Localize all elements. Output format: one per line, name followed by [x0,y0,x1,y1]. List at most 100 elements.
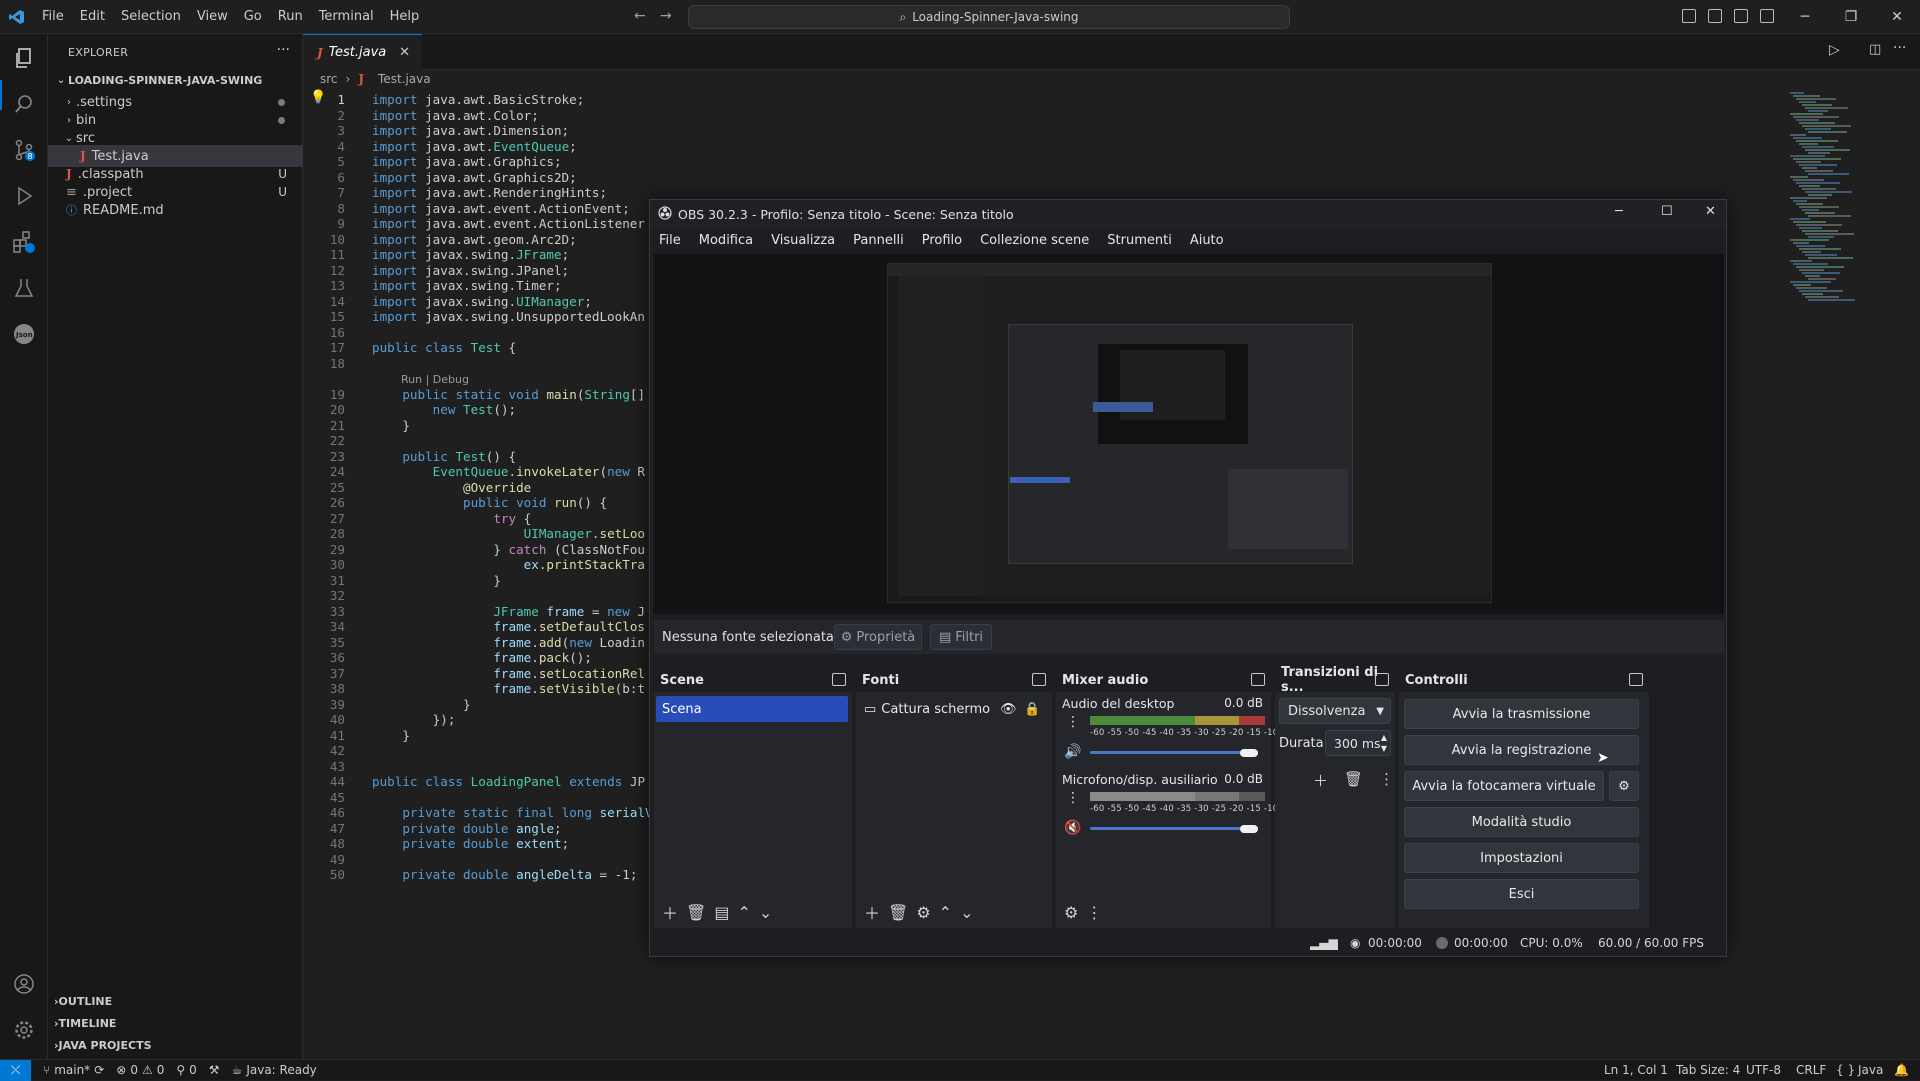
java-projects-section[interactable]: › JAVA PROJECTS [48,1034,303,1056]
toggle-sidebar-icon[interactable] [1682,9,1696,23]
tab-size[interactable]: Tab Size: 4 [1676,1063,1740,1077]
encoding[interactable]: UTF-8 [1746,1063,1781,1077]
channel-menu-icon[interactable]: ⋮ [1066,790,1080,806]
toggle-panel-icon[interactable] [1708,9,1722,23]
undock-icon[interactable] [1629,673,1643,686]
obs-maximize-icon[interactable]: ☐ [1661,204,1673,219]
testing-icon[interactable] [12,276,36,300]
menu-file[interactable]: File [34,0,72,34]
source-control-icon[interactable]: 8 [12,138,36,162]
obs-menu-pannelli[interactable]: Pannelli [844,233,913,248]
java-status[interactable]: ☕ Java: Ready [232,1063,317,1077]
start-streaming-button[interactable]: Avvia la trasmissione [1404,699,1639,729]
close-tab-icon[interactable]: ✕ [399,45,410,60]
menu-help[interactable]: Help [382,0,428,34]
notifications-bell-icon[interactable]: 🔔 [1894,1063,1909,1077]
outline-section[interactable]: › OUTLINE [48,990,303,1012]
obs-menu-modifica[interactable]: Modifica [690,233,762,248]
obs-menu-file[interactable]: File [650,233,690,248]
lock-icon[interactable]: 🔒 [1024,702,1040,717]
problems-indicator[interactable]: ⊗ 0 ⚠ 0 [116,1063,164,1077]
arrow-down-icon[interactable]: ⌄ [759,903,772,922]
add-icon[interactable]: ＋ [662,900,678,924]
more-actions-icon[interactable]: ··· [277,42,290,58]
settings-button[interactable]: Impostazioni [1404,843,1639,873]
remote-icon[interactable]: ⤬ [0,1059,31,1081]
run-debug-icon[interactable] [12,184,36,208]
arrow-up-icon[interactable]: ⌃ [939,903,952,922]
obs-menu-visualizza[interactable]: Visualizza [762,233,844,248]
extensions-icon[interactable] [12,230,36,254]
split-editor-icon[interactable]: ◫ [1869,42,1881,57]
ports-indicator[interactable]: ⚲ 0 [176,1063,196,1077]
build-icon[interactable]: ⚒ [209,1063,220,1077]
obs-menu-profilo[interactable]: Profilo [913,233,971,248]
undock-icon[interactable] [1375,673,1389,686]
line-endings[interactable]: CRLF [1796,1063,1826,1077]
undock-icon[interactable] [832,673,846,686]
gear-icon[interactable]: ⚙ [916,903,930,922]
transition-select[interactable]: Dissolvenza ▼ [1279,698,1391,724]
obs-minimize-icon[interactable]: ─ [1615,204,1623,219]
filter-icon[interactable]: ▤ [714,903,729,922]
menu-view[interactable]: View [189,0,236,34]
menu-selection[interactable]: Selection [113,0,189,34]
add-icon[interactable]: ＋ [1313,770,1328,791]
trash-icon[interactable]: 🗑 [888,903,908,922]
volume-slider[interactable] [1090,751,1258,754]
mixer-menu-icon[interactable]: ⋮ [1086,903,1102,922]
customize-layout-icon[interactable] [1760,9,1774,23]
channel-menu-icon[interactable]: ⋮ [1066,714,1080,730]
menu-icon[interactable]: ⋮ [1379,770,1394,791]
search-icon[interactable] [12,92,36,116]
breadcrumb-file[interactable]: Test.java [378,72,431,86]
command-center-search[interactable]: ⌕ Loading-Spinner-Java-swing [688,5,1290,29]
obs-preview-area[interactable] [654,254,1724,614]
explorer-icon[interactable] [12,46,36,70]
restore-icon[interactable]: ❐ [1828,0,1874,34]
project-root[interactable]: ⌄ LOADING-SPINNER-JAVA-SWING [48,69,303,91]
account-icon[interactable] [12,972,36,996]
back-arrow-icon[interactable]: ← [634,8,646,24]
arrow-down-icon[interactable]: ⌄ [960,903,973,922]
json-icon[interactable]: Json [12,322,36,346]
timeline-section[interactable]: › TIMELINE [48,1012,303,1034]
language-mode[interactable]: Java [1858,1063,1883,1077]
volume-slider-knob[interactable] [1240,749,1258,757]
start-virtual-camera-button[interactable]: Avvia la fotocamera virtuale [1404,771,1604,801]
studio-mode-button[interactable]: Modalità studio [1404,807,1639,837]
menu-go[interactable]: Go [236,0,270,34]
duration-spinbox[interactable]: 300 ms ▲ ▼ [1325,730,1391,756]
undock-icon[interactable] [1251,673,1265,686]
close-icon[interactable]: ✕ [1874,0,1920,34]
minimize-icon[interactable]: ─ [1782,0,1828,34]
speaker-icon[interactable]: 🔊 [1064,744,1081,760]
menu-edit[interactable]: Edit [72,0,113,34]
codelens-run-debug[interactable]: Run | Debug [401,373,469,386]
run-java-icon[interactable]: ▷ [1829,42,1840,58]
add-icon[interactable]: ＋ [864,900,880,924]
virtual-camera-gear-icon[interactable]: ⚙ [1609,771,1639,801]
volume-slider-knob[interactable] [1240,825,1258,833]
volume-slider[interactable] [1090,827,1258,830]
menu-terminal[interactable]: Terminal [311,0,382,34]
obs-menu-strumenti[interactable]: Strumenti [1098,233,1181,248]
breadcrumb-src[interactable]: src [320,72,338,86]
forward-arrow-icon[interactable]: → [660,8,672,24]
menu-run[interactable]: Run [270,0,311,34]
editor-more-icon[interactable]: ··· [1893,40,1906,56]
advanced-audio-gear-icon[interactable]: ⚙ [1064,903,1078,922]
minimap[interactable] [1790,92,1890,302]
trash-icon[interactable]: 🗑 [1344,770,1363,791]
obs-menu-aiuto[interactable]: Aiuto [1181,233,1233,248]
obs-menu-collezione-scene[interactable]: Collezione scene [971,233,1098,248]
source-item[interactable]: ▭ Cattura schermo 👁 🔒 [858,696,1048,722]
scene-item[interactable]: Scena [656,696,848,722]
undock-icon[interactable] [1032,673,1046,686]
toggle-secondary-sidebar-icon[interactable] [1734,9,1748,23]
properties-button[interactable]: ⚙ Proprietà [834,624,922,650]
exit-button[interactable]: Esci [1404,879,1639,909]
eye-icon[interactable]: 👁 [1000,702,1017,717]
branch-indicator[interactable]: ⑂ main* ⟳ [43,1063,104,1077]
cursor-position[interactable]: Ln 1, Col 1 [1604,1063,1668,1077]
